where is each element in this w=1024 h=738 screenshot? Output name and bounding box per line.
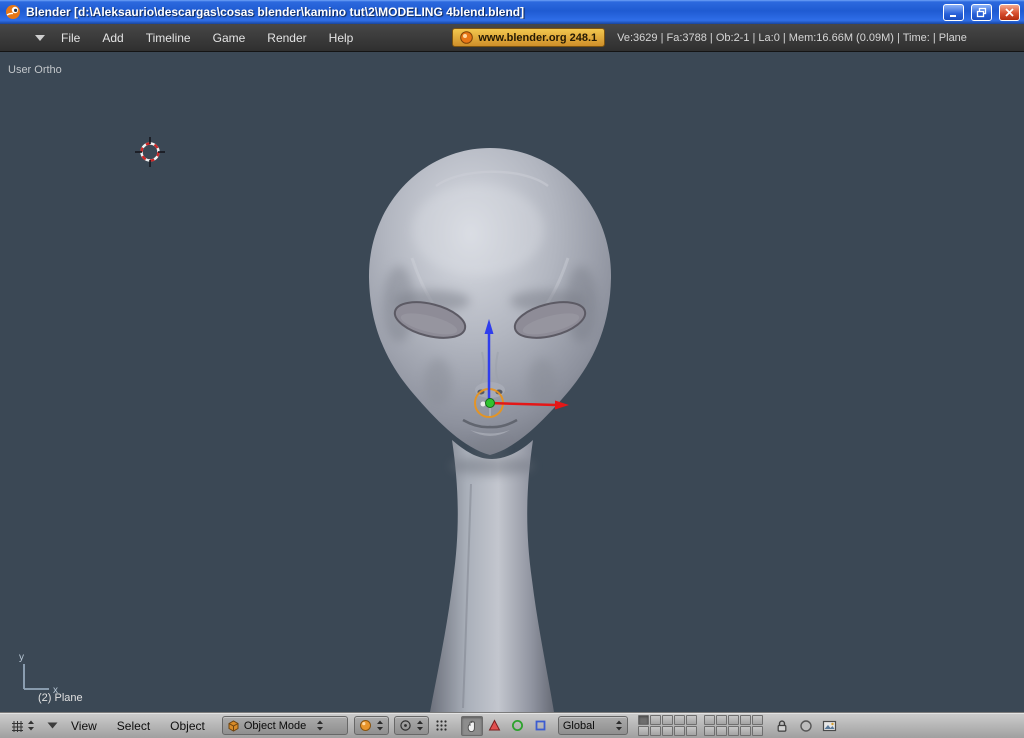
window-title: Blender [d:\Aleksaurio\descargas\cosas b… xyxy=(26,5,936,19)
layer-toggle[interactable] xyxy=(686,726,697,736)
menu-object[interactable]: Object xyxy=(161,719,214,733)
rotate-manipulator-button[interactable] xyxy=(507,716,529,736)
layer-toggle[interactable] xyxy=(704,715,715,725)
layer-toggle[interactable] xyxy=(752,715,763,725)
scene-stats-text: Ve:3629 | Fa:3788 | Ob:2-1 | La:0 | Mem:… xyxy=(617,32,967,44)
titlebar[interactable]: Blender [d:\Aleksaurio\descargas\cosas b… xyxy=(0,0,1024,24)
snap-dots-button[interactable] xyxy=(431,716,453,736)
layer-toggle[interactable] xyxy=(716,715,727,725)
layer-toggle[interactable] xyxy=(638,715,649,725)
menu-timeline[interactable]: Timeline xyxy=(135,31,202,45)
menu-help[interactable]: Help xyxy=(318,31,365,45)
mode-dropdown[interactable]: Object Mode xyxy=(222,716,348,735)
translate-manipulator-button[interactable] xyxy=(484,716,506,736)
menu-select[interactable]: Select xyxy=(108,719,159,733)
scale-manipulator-button[interactable] xyxy=(530,716,552,736)
proportional-circle-icon xyxy=(799,719,813,733)
layer-toggle[interactable] xyxy=(662,715,673,725)
layer-toggle[interactable] xyxy=(662,726,673,736)
translate-triangle-icon xyxy=(488,719,501,732)
layer-toggle[interactable] xyxy=(650,715,661,725)
object-origin-dot xyxy=(481,402,486,407)
scene-svg: y x xyxy=(0,52,1024,712)
manipulator-toggle-button[interactable] xyxy=(461,716,483,736)
orientation-dropdown-label: Global xyxy=(563,720,601,732)
blender-org-icon xyxy=(460,31,473,44)
combo-arrows-icon xyxy=(376,719,384,732)
axis-indicator-icon: y x xyxy=(19,652,58,696)
blender-org-badge[interactable]: www.blender.org 248.1 xyxy=(452,28,605,47)
layer-grid-left xyxy=(638,715,697,736)
combo-arrows-icon xyxy=(416,719,424,732)
gizmo-x-arrowhead xyxy=(555,401,569,410)
render-image-icon xyxy=(822,719,837,733)
layer-toggle[interactable] xyxy=(740,726,751,736)
layer-toggle[interactable] xyxy=(728,715,739,725)
header-collapse-icon[interactable] xyxy=(34,34,46,42)
draw-type-dropdown[interactable] xyxy=(354,716,389,735)
menu-view[interactable]: View xyxy=(62,719,106,733)
layer-toggle[interactable] xyxy=(638,726,649,736)
manipulator-group xyxy=(461,716,552,736)
svg-text:y: y xyxy=(19,652,24,663)
hand-icon xyxy=(465,719,479,733)
layer-toggle[interactable] xyxy=(650,726,661,736)
layer-grid-right xyxy=(704,715,763,736)
pivot-dropdown[interactable] xyxy=(394,716,429,735)
layer-toggle[interactable] xyxy=(686,715,697,725)
gizmo-center-dot xyxy=(486,399,495,408)
layer-toggle[interactable] xyxy=(740,715,751,725)
render-preview-button[interactable] xyxy=(819,716,841,736)
active-object-label: (2) Plane xyxy=(38,692,83,704)
dots-grid-icon xyxy=(435,719,448,732)
close-button[interactable] xyxy=(999,4,1020,21)
rotate-circle-icon xyxy=(511,719,524,732)
info-header: File Add Timeline Game Render Help www.b… xyxy=(0,24,1024,52)
object-mode-icon xyxy=(227,719,240,732)
combo-arrows-icon xyxy=(615,719,623,732)
menu-add[interactable]: Add xyxy=(91,31,134,45)
proportional-edit-button[interactable] xyxy=(795,716,817,736)
layer-toggle[interactable] xyxy=(674,726,685,736)
maximize-button[interactable] xyxy=(971,4,992,21)
draw-type-solid-icon xyxy=(359,719,372,732)
blender-window: Blender [d:\Aleksaurio\descargas\cosas b… xyxy=(0,0,1024,738)
viewport-3d[interactable]: y x User Ortho (2) Plane xyxy=(0,52,1024,712)
view3d-header: View Select Object Object Mode xyxy=(0,712,1024,738)
pivot-point-icon xyxy=(399,719,412,732)
badge-label: www.blender.org 248.1 xyxy=(478,32,597,44)
menu-game[interactable]: Game xyxy=(202,31,257,45)
scale-square-icon xyxy=(534,719,547,732)
combo-arrows-icon xyxy=(316,719,324,732)
orientation-dropdown[interactable]: Global xyxy=(558,716,628,735)
layer-toggle[interactable] xyxy=(752,726,763,736)
editor-switch-arrows-icon xyxy=(27,719,35,732)
lock-button[interactable] xyxy=(771,716,793,736)
mode-dropdown-label: Object Mode xyxy=(244,720,312,732)
layer-toggle[interactable] xyxy=(704,726,715,736)
cursor-3d-icon xyxy=(135,137,165,167)
lock-icon xyxy=(775,719,789,733)
layer-toggle[interactable] xyxy=(716,726,727,736)
view-mode-label: User Ortho xyxy=(8,64,62,76)
menu-render[interactable]: Render xyxy=(256,31,317,45)
header-menu-collapse[interactable] xyxy=(44,716,60,736)
layer-toggle[interactable] xyxy=(674,715,685,725)
editor-type-button[interactable] xyxy=(4,716,42,736)
collapse-triangle-icon xyxy=(47,722,58,729)
minimize-button[interactable] xyxy=(943,4,964,21)
menu-file[interactable]: File xyxy=(50,31,91,45)
alien-head-model[interactable] xyxy=(369,148,611,712)
blender-app-icon xyxy=(5,4,21,20)
layer-toggle[interactable] xyxy=(728,726,739,736)
layer-buttons xyxy=(638,715,763,736)
3d-view-grid-icon xyxy=(11,719,24,732)
